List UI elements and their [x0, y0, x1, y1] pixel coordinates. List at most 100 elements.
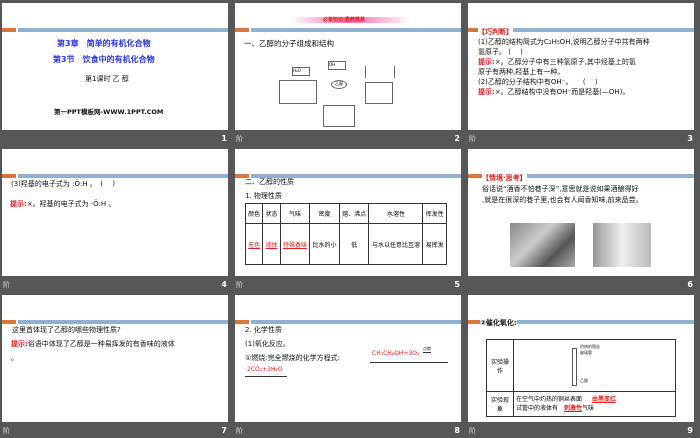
value-cell: 无色	[244, 223, 264, 265]
answer: ×。羟基的电子式为 ·Ö:H 。	[26, 200, 116, 208]
observation: 试管中的液体有	[516, 405, 559, 412]
wine-jars-image	[510, 223, 575, 267]
header-cell: 颜色	[244, 203, 264, 224]
answer-end: 。	[11, 354, 18, 362]
blank-line	[370, 362, 448, 363]
slide: 2. 化学性质 (1)氧化反应。 ①燃烧:完全燃烧的化学方程式: CH₃CH₂O…	[235, 295, 461, 422]
header-cell: 密度	[309, 203, 340, 224]
accent-stripe	[235, 28, 249, 32]
apparatus-label: 乙醇	[580, 378, 588, 383]
accent-bar	[251, 28, 461, 32]
slide: ②催化氧化: 实验操作 灼热的铜丝 玻璃管 乙醇 实验现象 在空气中灼热的铜丝表…	[468, 295, 694, 422]
slide-number: 2	[454, 134, 460, 143]
slide-thumbnail-9[interactable]: ②催化氧化: 实验操作 灼热的铜丝 玻璃管 乙醇 实验现象 在空气中灼热的铜丝表…	[466, 292, 699, 438]
diagram-bracket	[365, 66, 395, 78]
slide-thumbnail-6[interactable]: 【情境·思考】 俗话说“酒香不怕巷子深”,意思就是说如果酒酿得好 ,就是在很深的…	[466, 146, 699, 292]
slide: 【情境·思考】 俗话说“酒香不怕巷子深”,意思就是说如果酒酿得好 ,就是在很深的…	[468, 149, 694, 276]
question: (3)羟基的电子式为 :Ö:H 。 ( )	[11, 179, 115, 189]
slide-thumbnail-8[interactable]: 2. 化学性质 (1)氧化反应。 ①燃烧:完全燃烧的化学方程式: CH₃CH₂O…	[233, 292, 466, 438]
diagram-center: 乙醇	[331, 80, 347, 89]
body-text: 俗话说“酒香不怕巷子深”,意思就是说如果酒酿得好	[482, 185, 639, 193]
slide-thumbnail-7[interactable]: 这里首体现了乙醇的哪些物理性质? 提示:俗语中体现了乙醇是一种易挥发的有香味的液…	[0, 292, 233, 438]
slide: 必备知识·素养奠基 一、乙醇的分子组成和结构 H₂O OH 乙醇	[235, 3, 461, 130]
row-header: 实验现象	[486, 391, 514, 417]
nav-label: 阶	[469, 427, 476, 435]
test-tube-icon	[572, 348, 577, 386]
value-cell: 易挥发	[422, 223, 447, 265]
header-cell: 水溶性	[368, 203, 424, 224]
nav-label: 阶	[236, 427, 243, 435]
question: (1)乙醇的结构简式为C₂H₅OH,说明乙醇分子中共有两种	[478, 38, 650, 46]
slide: 这里首体现了乙醇的哪些物理性质? 提示:俗语中体现了乙醇是一种易挥发的有香味的液…	[2, 295, 228, 422]
accent-bar	[18, 320, 228, 324]
slide-number: 7	[221, 426, 227, 435]
subtitle: 1. 物理性质	[245, 192, 282, 200]
equation-right: 2CO₂+3H₂O	[247, 366, 283, 373]
slide-thumbnail-3[interactable]: 【巧判断】 (1)乙醇的结构简式为C₂H₅OH,说明乙醇分子中共有两种 氢原子。…	[466, 0, 699, 146]
nav-label: 阶	[3, 427, 10, 435]
apparatus-label: 灼热的铜丝	[580, 344, 600, 349]
experiment-table: 实验操作 灼热的铜丝 玻璃管 乙醇 实验现象 在空气中灼热的铜丝表面 由黑变红 试…	[486, 339, 676, 417]
header-cell: 挥发性	[422, 203, 447, 224]
value-cell: 低	[338, 223, 370, 265]
hint-label: 提示:	[11, 340, 28, 348]
accent-bar	[484, 28, 694, 32]
properties-table: 颜色 状态 气味 密度 熔、沸点 水溶性 挥发性 无色 液体 特殊香味 比水的小…	[244, 203, 447, 265]
observation: 在空气中灼热的铜丝表面	[516, 396, 583, 403]
accent-bar	[18, 174, 228, 178]
stick-model	[323, 105, 355, 127]
slide: 【巧判断】 (1)乙醇的结构简式为C₂H₅OH,说明乙醇分子中共有两种 氢原子。…	[468, 3, 694, 130]
slide-number: 1	[221, 134, 227, 143]
wine-poster-image	[593, 223, 651, 267]
slide-thumbnail-4[interactable]: (3)羟基的电子式为 :Ö:H 。 ( ) 提示:×。羟基的电子式为 ·Ö:H …	[0, 146, 233, 292]
slide-number: 8	[454, 426, 460, 435]
equation-left: CH₃CH₂OH+3O₂	[372, 350, 420, 357]
question: 这里首体现了乙醇的哪些物理性质?	[12, 325, 121, 335]
slide-number: 4	[221, 280, 227, 289]
accent-stripe	[468, 174, 482, 178]
slide-number: 3	[687, 134, 693, 143]
diagram-label: OH	[328, 61, 346, 70]
hint-label: 提示:	[478, 88, 495, 96]
body-text: ,就是在很深的巷子里,也会有人闻香知味,前来品尝。	[482, 196, 643, 204]
apparatus-label: 玻璃管	[580, 350, 592, 355]
slide-number: 9	[687, 426, 693, 435]
answer-cont: 原子有两种,羟基上有一种。	[478, 68, 565, 76]
reaction-condition: 点燃	[423, 346, 431, 353]
slide-thumbnail-2[interactable]: 必备知识·素养奠基 一、乙醇的分子组成和结构 H₂O OH 乙醇 阶 2	[233, 0, 466, 146]
observation-end: 气味	[582, 405, 595, 412]
accent-stripe	[2, 174, 16, 178]
accent-stripe	[235, 320, 249, 324]
answer: ×。乙醇结构中没有OH⁻而是羟基(—OH)。	[494, 88, 630, 96]
nav-label: 阶	[3, 281, 10, 289]
answer: ×。乙醇分子中有三种氢原子,其中烃基上的氢	[494, 58, 636, 66]
question: (2)乙醇的分子结构中有OH⁻。 ( )	[478, 78, 598, 86]
tag: 【巧判断】	[478, 27, 513, 37]
slide: (3)羟基的电子式为 :Ö:H 。 ( ) 提示:×。羟基的电子式为 ·Ö:H …	[2, 149, 228, 276]
tag: 【情境·思考】	[482, 173, 527, 183]
diagram-box	[279, 80, 317, 104]
hint-label: 提示:	[10, 200, 27, 208]
lesson-title: 第1课时 乙 醇	[85, 75, 129, 83]
nav-label: 阶	[469, 135, 476, 143]
slide-title: ②催化氧化:	[480, 318, 517, 328]
accent-stripe	[2, 28, 16, 32]
apparatus-cell: 灼热的铜丝 玻璃管 乙醇	[513, 339, 676, 392]
slide-title: 一、乙醇的分子组成和结构	[244, 39, 334, 48]
header-cell: 状态	[262, 203, 281, 224]
footer-text: 第一PPT模板网-WWW.1PPT.COM	[54, 108, 164, 116]
value-cell: 液体	[262, 223, 281, 265]
value-cell: 特殊香味	[279, 223, 311, 265]
slide-sorter: 第3章 简单的有机化合物 第3节 饮食中的有机化合物 第1课时 乙 醇 第一PP…	[0, 0, 700, 438]
accent-bar	[18, 28, 228, 32]
header-cell: 气味	[279, 203, 311, 224]
section-title: 第3节 饮食中的有机化合物	[53, 55, 155, 64]
diagram-label: H₂O	[292, 67, 310, 76]
answer: 俗语中体现了乙醇是一种易挥发的有香味的液体	[27, 340, 175, 348]
slide-number: 6	[687, 280, 693, 289]
slide-thumbnail-5[interactable]: 二、乙醇的性质 1. 物理性质 颜色 状态 气味 密度 熔、沸点 水溶性 挥发性…	[233, 146, 466, 292]
slide-thumbnail-1[interactable]: 第3章 简单的有机化合物 第3节 饮食中的有机化合物 第1课时 乙 醇 第一PP…	[0, 0, 233, 146]
answer: 由黑变红	[592, 396, 617, 403]
value-cell: 比水的小	[309, 223, 340, 265]
answer: 刺激性	[564, 405, 583, 412]
